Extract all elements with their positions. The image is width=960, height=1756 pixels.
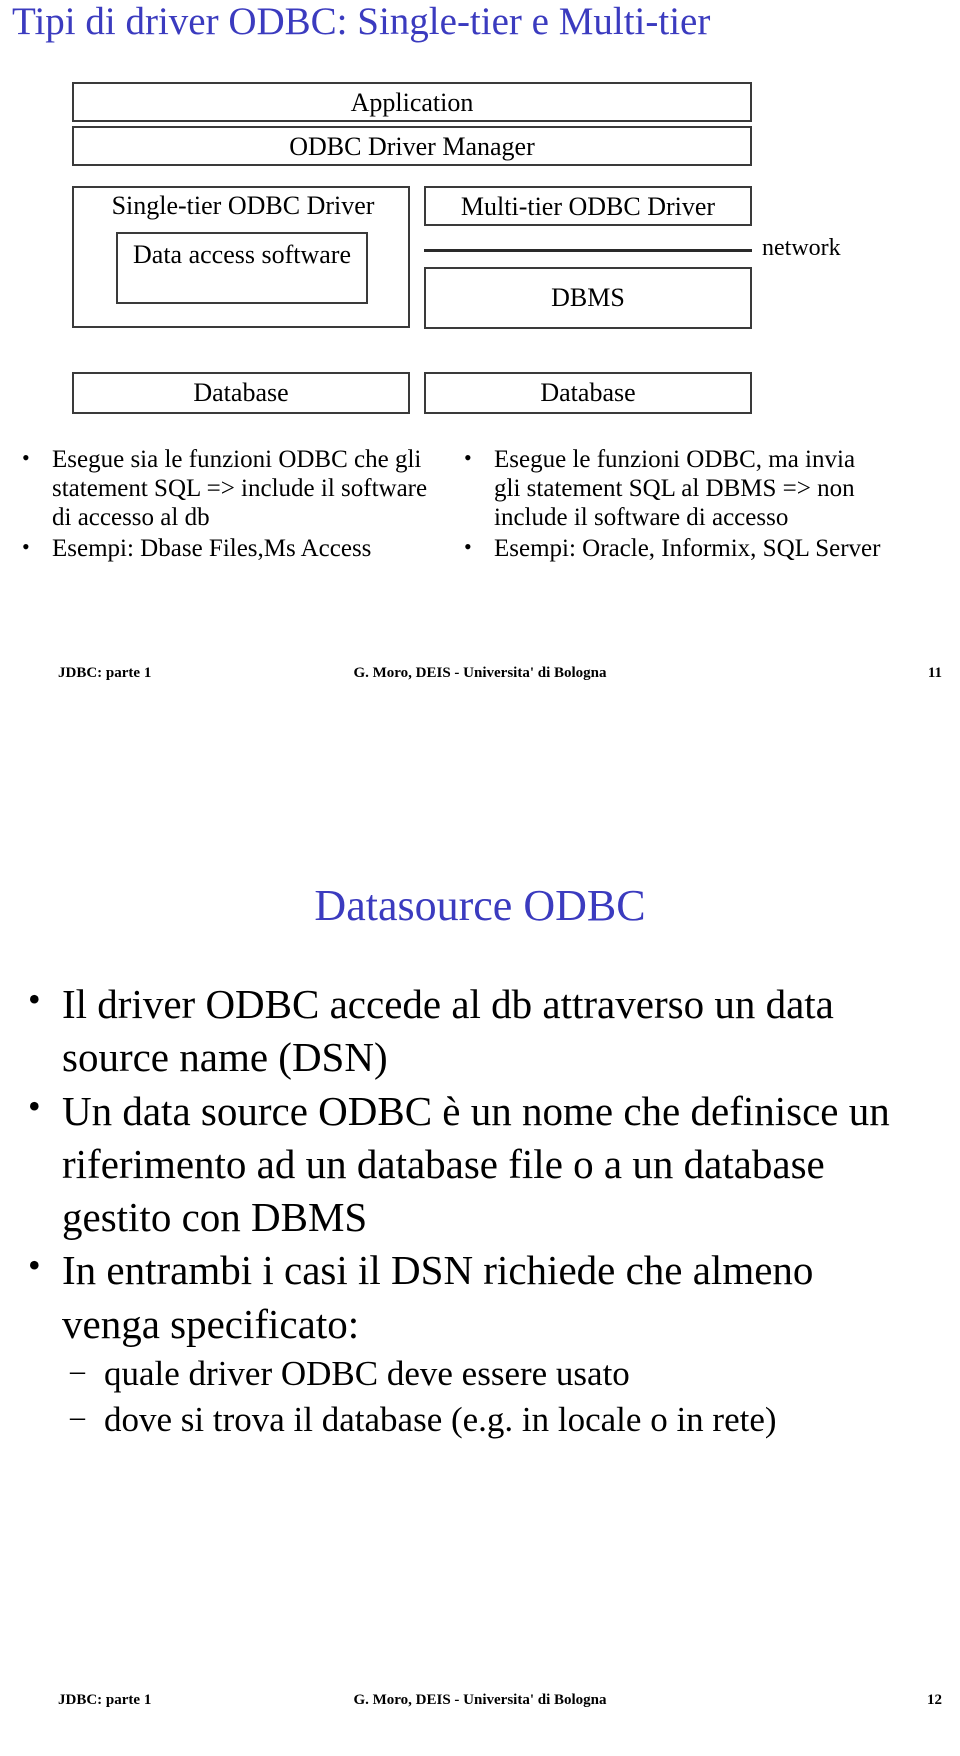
diagram-box-data-access-software-label: Data access software <box>133 240 351 269</box>
list-item: dove si trova il database (e.g. in local… <box>18 1397 898 1443</box>
slide-datasource-odbc: Datasource ODBC Il driver ODBC accede al… <box>0 880 960 1756</box>
list-item: Esempi: Dbase Files,Ms Access <box>14 534 444 563</box>
diagram-box-database-left: Database <box>72 372 410 414</box>
slide2-body: Il driver ODBC accede al db attraverso u… <box>18 976 898 1442</box>
list-item: Esegue le funzioni ODBC, ma invia gli st… <box>456 445 886 532</box>
footer-author-label: G. Moro, DEIS - Universita' di Bologna <box>353 665 607 681</box>
list-item: Esegue sia le funzioni ODBC che gli stat… <box>14 445 444 532</box>
diagram-box-single-tier-driver: Single-tier ODBC Driver Data access soft… <box>72 186 410 328</box>
diagram-box-odbc-driver-manager-label: ODBC Driver Manager <box>289 132 535 161</box>
network-label: network <box>762 235 841 261</box>
diagram-box-multi-tier-driver-label: Multi-tier ODBC Driver <box>460 192 716 221</box>
diagram-box-single-tier-driver-label: Single-tier ODBC Driver <box>111 191 375 220</box>
footer-page-number: 11 <box>927 665 942 681</box>
multi-tier-description-column: Esegue le funzioni ODBC, ma invia gli st… <box>456 445 886 565</box>
diagram-box-odbc-driver-manager: ODBC Driver Manager <box>72 126 752 166</box>
diagram-box-dbms: DBMS <box>424 267 752 329</box>
diagram-box-database-right-label: Database <box>540 378 636 407</box>
footer-author-label: G. Moro, DEIS - Universita' di Bologna <box>353 1692 607 1708</box>
list-item: Il driver ODBC accede al db attraverso u… <box>18 976 898 1085</box>
list-item: In entrambi i casi il DSN richiede che a… <box>18 1242 898 1351</box>
diagram-box-data-access-software: Data access software <box>116 232 368 304</box>
diagram-box-database-left-label: Database <box>193 378 289 407</box>
diagram-box-multi-tier-driver: Multi-tier ODBC Driver <box>424 186 752 226</box>
diagram-box-application: Application <box>72 82 752 122</box>
list-item: Esempi: Oracle, Informix, SQL Server <box>456 534 886 563</box>
list-item: Un data source ODBC è un nome che defini… <box>18 1083 898 1245</box>
single-tier-bullet-list: Esegue sia le funzioni ODBC che gli stat… <box>14 445 444 563</box>
list-item: quale driver ODBC deve essere usato <box>18 1351 898 1397</box>
slide2-title: Datasource ODBC <box>314 881 646 930</box>
slide-odbc-driver-types: Tipi di driver ODBC: Single-tier e Multi… <box>0 0 960 790</box>
diagram-box-application-label: Application <box>350 88 474 117</box>
diagram-box-dbms-label: DBMS <box>551 283 625 312</box>
footer-page-number: 12 <box>927 1692 942 1708</box>
multi-tier-bullet-list: Esegue le funzioni ODBC, ma invia gli st… <box>456 445 886 563</box>
datasource-bullet-list: Il driver ODBC accede al db attraverso u… <box>18 976 898 1351</box>
single-tier-description-column: Esegue sia le funzioni ODBC che gli stat… <box>14 445 444 565</box>
slide1-title: Tipi di driver ODBC: Single-tier e Multi… <box>12 0 711 43</box>
datasource-sub-bullet-list: quale driver ODBC deve essere usato dove… <box>18 1351 898 1442</box>
network-connection-line <box>424 249 752 252</box>
diagram-box-database-right: Database <box>424 372 752 414</box>
